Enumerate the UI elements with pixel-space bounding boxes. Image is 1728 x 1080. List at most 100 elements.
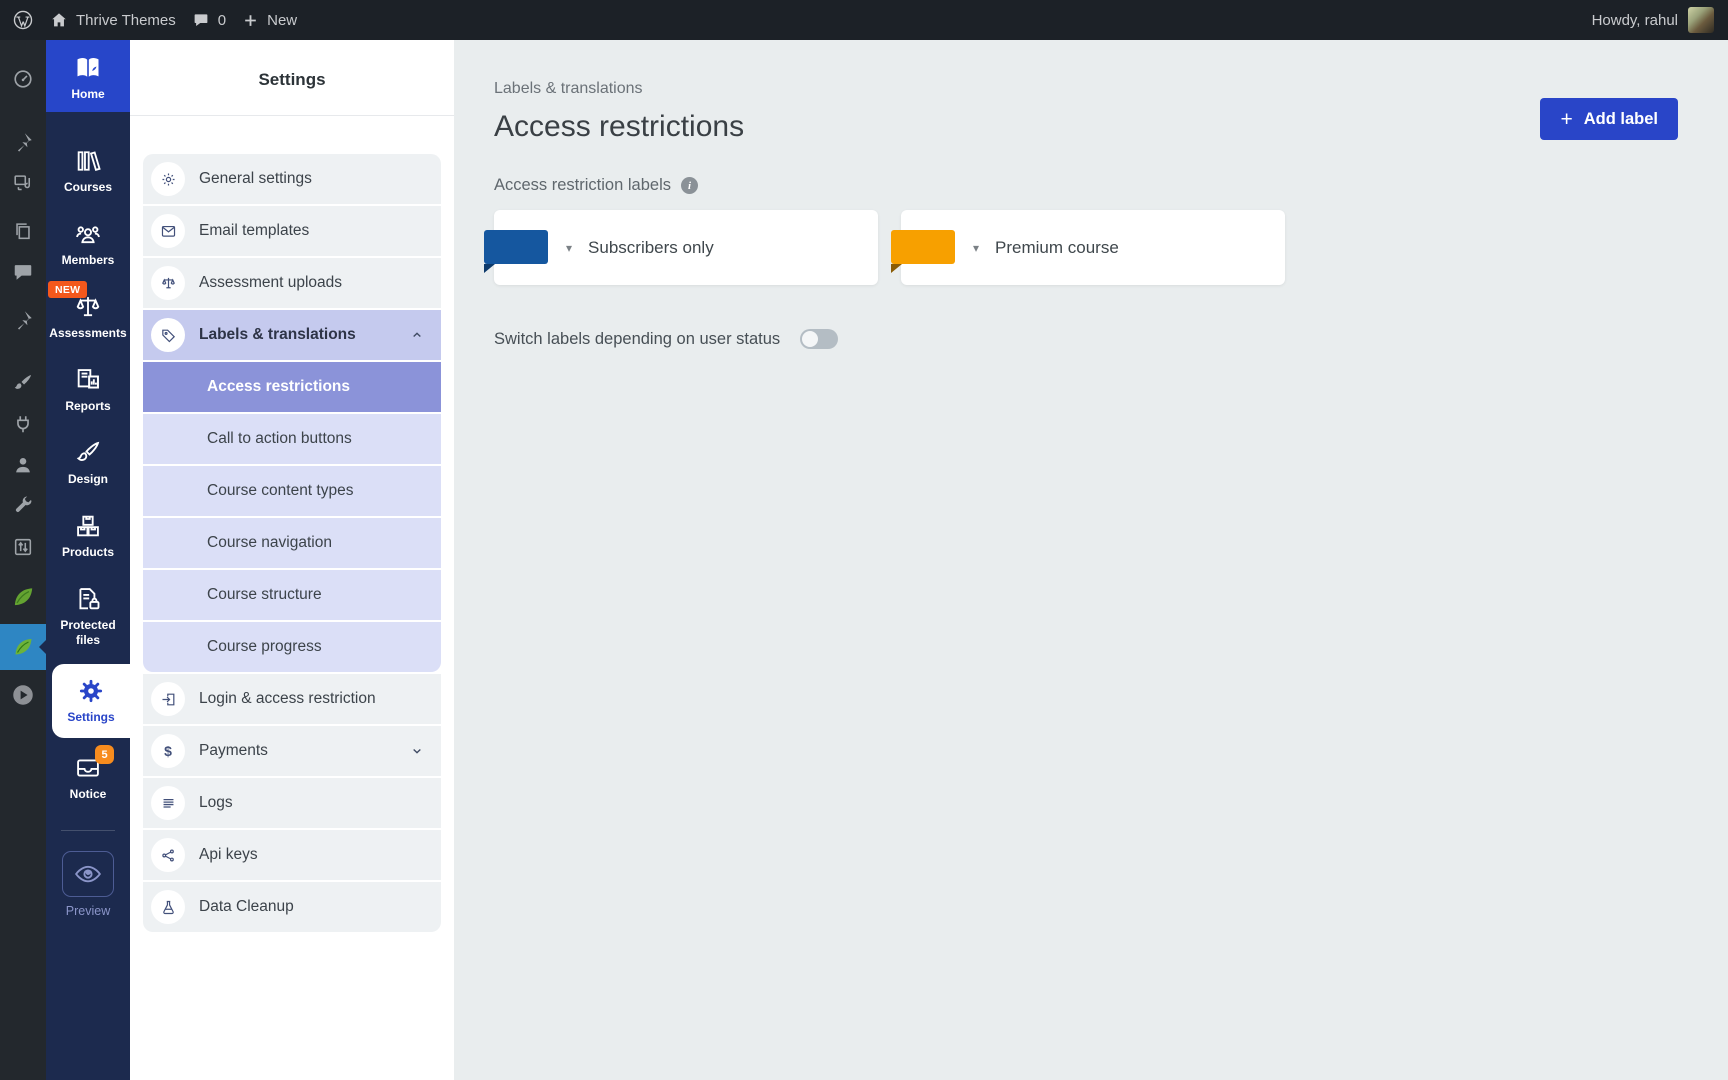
flask-icon <box>151 890 185 924</box>
plus-icon <box>242 12 259 29</box>
sidebar-item-preview[interactable]: Preview <box>46 851 130 918</box>
label-color-swatch[interactable] <box>484 230 548 264</box>
nav-item-logs[interactable]: Logs <box>143 778 441 828</box>
add-label-button[interactable]: + Add label <box>1540 98 1678 140</box>
nav-item-course-progress[interactable]: Course progress <box>143 622 441 672</box>
media-icon[interactable] <box>12 172 34 194</box>
site-link[interactable]: Thrive Themes <box>50 11 176 29</box>
nav-item-api-keys[interactable]: Api keys <box>143 830 441 880</box>
pages-icon[interactable] <box>12 220 34 242</box>
label-color-swatch[interactable] <box>891 230 955 264</box>
new-label: New <box>267 12 297 29</box>
toggle-label: Switch labels depending on user status <box>494 330 780 349</box>
account-menu[interactable]: Howdy, rahul <box>1592 7 1714 33</box>
nav-item-course-content-types[interactable]: Course content types <box>143 466 441 516</box>
comments-count: 0 <box>218 12 226 29</box>
main-content: Labels & translations Access restriction… <box>454 40 1728 1080</box>
sidebar-item-settings[interactable]: Settings <box>52 664 130 738</box>
sidebar-item-design[interactable]: Design <box>46 430 130 496</box>
nav-item-course-navigation[interactable]: Course navigation <box>143 518 441 568</box>
sidebar-item-label: Notice <box>70 787 107 802</box>
swatch-fold <box>891 264 902 273</box>
caret-down-icon[interactable]: ▾ <box>566 241 572 255</box>
label-card-subscribers-only[interactable]: ▾ Subscribers only <box>494 210 878 285</box>
nav-item-label: Email templates <box>199 222 309 240</box>
nav-item-course-structure[interactable]: Course structure <box>143 570 441 620</box>
settings-nav-list: General settings Email templates Assessm… <box>143 154 441 932</box>
wordpress-menu[interactable] <box>12 9 34 31</box>
sidebar-item-courses[interactable]: Courses <box>46 138 130 204</box>
video-play-icon[interactable] <box>10 682 36 708</box>
login-icon <box>151 682 185 716</box>
comments-icon[interactable] <box>12 261 34 283</box>
brush-icon <box>74 439 102 467</box>
sidebar-item-products[interactable]: Products <box>46 503 130 569</box>
section-label: Access restriction labels <box>494 176 671 195</box>
sidebar-divider <box>61 830 115 831</box>
sidebar-item-home[interactable]: Home <box>46 40 130 112</box>
switch-labels-setting: Switch labels depending on user status <box>494 329 1678 349</box>
lines-icon <box>151 786 185 820</box>
nav-item-login-access-restriction[interactable]: Login & access restriction <box>143 674 441 724</box>
wp-admin-sidebar <box>0 40 46 1080</box>
thrive-apprentice-active-icon[interactable] <box>0 624 46 670</box>
people-icon <box>74 220 102 248</box>
scales-icon <box>151 266 185 300</box>
nav-item-label: Payments <box>199 742 268 760</box>
plugins-icon[interactable] <box>12 413 34 435</box>
library-icon <box>74 147 102 175</box>
nav-item-label: Api keys <box>199 846 258 864</box>
sidebar-item-members[interactable]: Members <box>46 211 130 277</box>
users-icon[interactable] <box>12 454 34 476</box>
dashboard-icon[interactable] <box>12 68 34 90</box>
nav-item-label: General settings <box>199 170 312 188</box>
info-icon[interactable]: i <box>681 177 698 194</box>
howdy-text: Howdy, rahul <box>1592 12 1678 29</box>
nav-item-data-cleanup[interactable]: Data Cleanup <box>143 882 441 932</box>
pin-icon[interactable] <box>12 309 34 331</box>
nav-item-call-to-action-buttons[interactable]: Call to action buttons <box>143 414 441 464</box>
nav-item-label: Course structure <box>207 586 322 604</box>
switch-labels-toggle[interactable] <box>800 329 838 349</box>
label-card-premium-course[interactable]: ▾ Premium course <box>901 210 1285 285</box>
nav-item-access-restrictions[interactable]: Access restrictions <box>143 362 441 412</box>
nav-item-label: Data Cleanup <box>199 898 294 916</box>
nav-item-label: Course content types <box>207 482 353 500</box>
sidebar-item-label: Courses <box>64 180 112 195</box>
pin-icon[interactable] <box>12 131 34 153</box>
sidebar-item-label: Design <box>68 472 108 487</box>
site-name: Thrive Themes <box>76 12 176 29</box>
sidebar-item-notice[interactable]: 5 Notice <box>46 745 130 811</box>
add-label-text: Add label <box>1584 110 1658 129</box>
breadcrumb: Labels & translations <box>494 80 1678 98</box>
section-header: Access restriction labels i <box>494 176 1678 195</box>
new-content-menu[interactable]: New <box>242 12 297 29</box>
scales-icon: NEW <box>74 293 102 321</box>
sidebar-item-label: Reports <box>65 399 110 414</box>
nav-item-general-settings[interactable]: General settings <box>143 154 441 204</box>
settings-nav-panel: Settings General settings Email template… <box>130 40 454 1080</box>
nav-item-labels-translations[interactable]: Labels & translations <box>143 310 441 360</box>
tools-wrench-icon[interactable] <box>12 495 34 517</box>
nav-item-payments[interactable]: $ Payments <box>143 726 441 776</box>
sidebar-item-protected-files[interactable]: Protected files <box>46 576 130 657</box>
nav-item-assessment-uploads[interactable]: Assessment uploads <box>143 258 441 308</box>
nav-item-label: Assessment uploads <box>199 274 342 292</box>
thrive-leaf-icon[interactable] <box>10 584 36 610</box>
caret-down-icon[interactable]: ▾ <box>973 241 979 255</box>
nav-item-email-templates[interactable]: Email templates <box>143 206 441 256</box>
preview-label: Preview <box>66 904 110 918</box>
gear-icon <box>77 677 105 705</box>
chevron-down-icon <box>409 743 425 759</box>
sidebar-item-label: Assessments <box>49 326 126 341</box>
nav-item-label: Login & access restriction <box>199 690 376 708</box>
wp-admin-bar: Thrive Themes 0 New Howdy, rahul <box>0 0 1728 40</box>
appearance-brush-icon[interactable] <box>12 372 34 394</box>
sidebar-item-assessments[interactable]: NEW Assessments <box>46 284 130 350</box>
sidebar-item-reports[interactable]: Reports <box>46 357 130 423</box>
chevron-up-icon <box>409 327 425 343</box>
new-badge: NEW <box>48 281 87 298</box>
comments-shortcut[interactable]: 0 <box>192 11 226 29</box>
thrive-apprentice-sidebar: Home Courses Members NEW Assessments <box>46 40 130 1080</box>
settings-sliders-icon[interactable] <box>12 536 34 558</box>
